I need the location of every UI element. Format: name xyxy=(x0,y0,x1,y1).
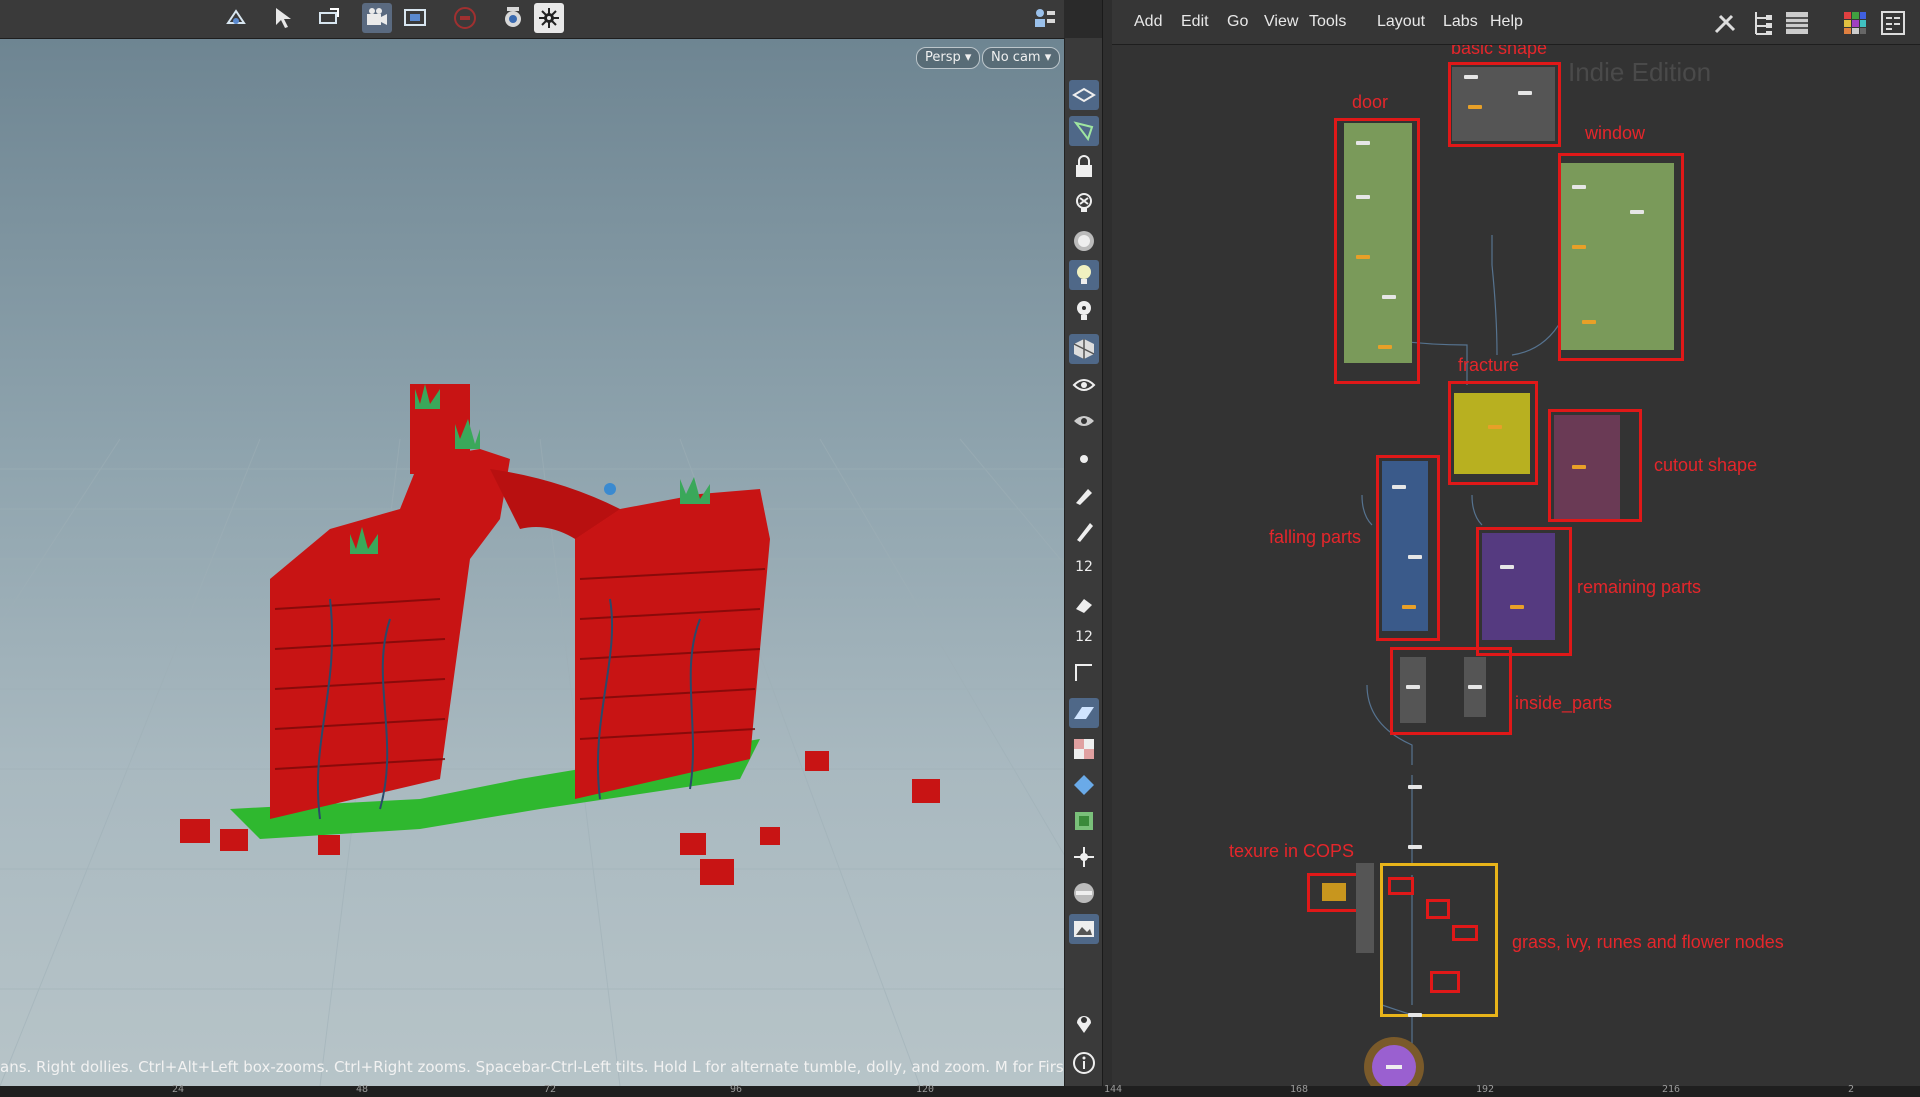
menu-layout[interactable]: Layout xyxy=(1377,13,1425,31)
handle-icon[interactable] xyxy=(314,3,344,33)
menu-go[interactable]: Go xyxy=(1227,13,1248,31)
viewport-toolbar: ? xyxy=(0,0,1064,39)
door-node[interactable] xyxy=(1356,141,1370,145)
window-node[interactable] xyxy=(1572,185,1586,189)
viewport-status-bar: ans. Right dollies. Ctrl+Alt+Left box-zo… xyxy=(0,1052,1064,1082)
status-text: ans. Right dollies. Ctrl+Alt+Left box-zo… xyxy=(0,1058,1064,1076)
timeline-tick: 120 xyxy=(916,1084,935,1095)
texture-icon[interactable] xyxy=(1069,806,1099,836)
number-12b-icon[interactable]: 12 xyxy=(1069,622,1099,652)
chain-node[interactable] xyxy=(1408,785,1422,789)
stop-icon[interactable] xyxy=(450,3,480,33)
shape-palette-icon[interactable] xyxy=(1880,10,1906,40)
tools-icon[interactable] xyxy=(1712,10,1740,40)
chain-node[interactable] xyxy=(1408,1013,1422,1017)
curve-icon[interactable] xyxy=(1069,658,1099,688)
wireframe-icon[interactable] xyxy=(1069,80,1099,110)
geometry-icon[interactable] xyxy=(1069,334,1099,364)
timeline-tick: 168 xyxy=(1290,1084,1309,1095)
menu-help[interactable]: Help xyxy=(1490,13,1523,31)
door-node[interactable] xyxy=(1356,195,1370,199)
render-icon[interactable] xyxy=(498,3,528,33)
timeline-tick: 24 xyxy=(172,1084,185,1095)
menu-labs[interactable]: Labs xyxy=(1443,13,1478,31)
info-icon[interactable] xyxy=(1069,1048,1099,1078)
light-icon[interactable] xyxy=(1069,260,1099,290)
snap-icon[interactable] xyxy=(1069,116,1099,146)
image-icon[interactable] xyxy=(1069,914,1099,944)
cutout-node[interactable] xyxy=(1572,465,1586,469)
color-palette-icon[interactable] xyxy=(1842,10,1868,40)
window-node[interactable] xyxy=(1582,320,1596,324)
number-12b-label: 12 xyxy=(1075,629,1093,645)
display-toolbar: 12 12 xyxy=(1064,38,1103,1086)
paint-icon[interactable] xyxy=(1069,480,1099,510)
shape-node[interactable] xyxy=(1464,75,1478,79)
remaining-node[interactable] xyxy=(1510,605,1524,609)
window-node[interactable] xyxy=(1572,245,1586,249)
timeline-tick: 48 xyxy=(356,1084,369,1095)
menu-edit[interactable]: Edit xyxy=(1181,13,1209,31)
scene-view-icon[interactable] xyxy=(1030,3,1060,33)
persp-button[interactable]: Persp ▾ xyxy=(916,47,981,69)
number-12-label: 12 xyxy=(1075,559,1093,575)
3d-scene[interactable]: Persp ▾ No cam ▾ xyxy=(0,39,1064,1086)
select-icon[interactable] xyxy=(268,3,298,33)
menu-view[interactable]: View xyxy=(1264,13,1298,31)
edge-icon[interactable] xyxy=(1069,588,1099,618)
timeline[interactable]: 24 48 72 96 120 144 168 192 216 2 xyxy=(0,1084,1920,1097)
uv-icon[interactable] xyxy=(1069,770,1099,800)
timeline-tick: 144 xyxy=(1104,1084,1123,1095)
screenshot-icon[interactable] xyxy=(400,3,430,33)
shaded-icon[interactable] xyxy=(1069,226,1099,256)
pen-icon[interactable] xyxy=(1069,516,1099,546)
timeline-tick: 72 xyxy=(544,1084,557,1095)
list-view-icon[interactable] xyxy=(1784,10,1810,40)
falling-node[interactable] xyxy=(1408,555,1422,559)
inside-node[interactable] xyxy=(1468,685,1482,689)
headlight-icon[interactable] xyxy=(1069,296,1099,326)
pivot-icon[interactable] xyxy=(1069,842,1099,872)
settings-icon[interactable] xyxy=(534,3,564,33)
camera-menu-button[interactable]: No cam ▾ xyxy=(982,47,1061,69)
scene-viewport[interactable]: ? xyxy=(0,0,1064,1086)
checker-icon[interactable] xyxy=(1069,734,1099,764)
lock-icon[interactable] xyxy=(1069,152,1099,182)
door-node[interactable] xyxy=(1356,255,1370,259)
network-editor[interactable]: Indie Edition basic shape door window fr… xyxy=(1112,45,1920,1086)
view-transform-icon[interactable] xyxy=(222,3,252,33)
fracture-node[interactable] xyxy=(1488,425,1502,429)
timeline-tick: 192 xyxy=(1476,1084,1495,1095)
remaining-node[interactable] xyxy=(1500,565,1514,569)
ruin-model xyxy=(180,384,940,885)
timeline-tick: 2 xyxy=(1848,1084,1855,1095)
chain-node[interactable] xyxy=(1408,845,1422,849)
shape-node[interactable] xyxy=(1518,91,1532,95)
plane-icon[interactable] xyxy=(1069,698,1099,728)
output-node[interactable] xyxy=(1112,45,1920,1086)
number-12-icon[interactable]: 12 xyxy=(1069,552,1099,582)
inside-node[interactable] xyxy=(1406,685,1420,689)
menu-add[interactable]: Add xyxy=(1134,13,1162,31)
camera-icon[interactable] xyxy=(362,3,392,33)
timeline-tick: 96 xyxy=(730,1084,743,1095)
tree-icon[interactable] xyxy=(1752,10,1776,40)
door-node[interactable] xyxy=(1378,345,1392,349)
ghost-icon[interactable] xyxy=(1069,188,1099,218)
timeline-tick: 216 xyxy=(1662,1084,1681,1095)
shape-node[interactable] xyxy=(1468,105,1482,109)
visibility-icon[interactable] xyxy=(1069,370,1099,400)
menu-tools[interactable]: Tools xyxy=(1309,13,1346,31)
window-node[interactable] xyxy=(1630,210,1644,214)
point-icon[interactable] xyxy=(1069,444,1099,474)
falling-node[interactable] xyxy=(1402,605,1416,609)
network-menubar: Add Edit Go View Tools Layout Labs Help xyxy=(1112,0,1920,45)
sphere-icon[interactable] xyxy=(1069,878,1099,908)
falling-node[interactable] xyxy=(1392,485,1406,489)
pin-icon[interactable] xyxy=(1069,1008,1099,1038)
display-options-icon[interactable] xyxy=(1069,406,1099,436)
door-node[interactable] xyxy=(1382,295,1396,299)
